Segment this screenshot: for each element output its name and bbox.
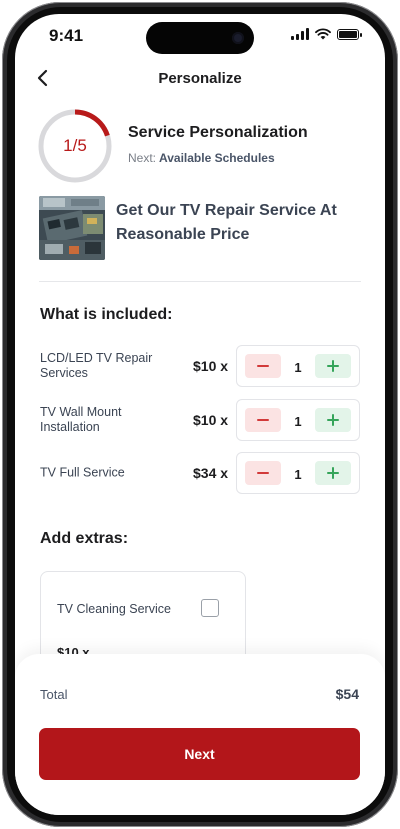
decrease-quantity-button[interactable] [245, 408, 281, 432]
decrease-quantity-button[interactable] [245, 354, 281, 378]
tv-repair-image [39, 196, 105, 260]
checkout-footer: Total $54 Next [15, 654, 385, 815]
increase-quantity-button[interactable] [315, 354, 351, 378]
status-time: 9:41 [49, 26, 84, 45]
quantity-value: 1 [294, 359, 302, 375]
extra-checkbox[interactable] [201, 599, 219, 617]
quantity-stepper: 1 [236, 345, 360, 387]
total-value: $54 [335, 686, 359, 702]
total-label: Total [40, 687, 68, 702]
next-step-value: Available Schedules [159, 151, 275, 165]
increase-quantity-button[interactable] [315, 408, 351, 432]
battery-icon [337, 28, 362, 40]
decrease-quantity-button[interactable] [245, 461, 281, 485]
section-divider [39, 281, 361, 282]
quantity-value: 1 [294, 466, 302, 482]
step-title: Service Personalization [128, 124, 308, 141]
dynamic-island [146, 22, 254, 54]
extras-section-title: Add extras: [40, 530, 129, 547]
included-section-title: What is included: [40, 306, 173, 323]
quantity-stepper: 1 [236, 452, 360, 494]
included-item-name: TV Full Service [40, 465, 125, 480]
progress-step-label: 1/5 [63, 136, 87, 155]
quantity-value: 1 [294, 413, 302, 429]
included-item-price: $10 x [193, 358, 229, 374]
next-step-label: Next: [128, 151, 157, 165]
camera-icon [232, 32, 244, 44]
circuit-board-image [39, 196, 105, 260]
increase-quantity-button[interactable] [315, 461, 351, 485]
quantity-stepper: 1 [236, 399, 360, 441]
included-item: TV Full Service $34 x 1 [40, 452, 360, 494]
included-item-name: LCD/LED TV Repair Services [40, 351, 153, 380]
next-step-info: Next: Available Schedules [128, 151, 275, 165]
included-item-price: $10 x [193, 412, 229, 428]
included-item: TV Wall Mount Installation $10 x 1 [40, 399, 360, 441]
cellular-signal-icon [291, 28, 309, 40]
included-item: LCD/LED TV Repair Services $10 x 1 [40, 345, 360, 387]
promo-title: Get Our TV Repair Service At Reasonable … [116, 202, 337, 243]
included-item-name: TV Wall Mount Installation [40, 405, 122, 434]
status-icons [291, 28, 362, 40]
extra-name: TV Cleaning Service [57, 602, 171, 616]
next-button[interactable]: Next [39, 728, 360, 780]
wifi-icon [315, 28, 331, 40]
page-title: Personalize [158, 70, 242, 87]
included-item-price: $34 x [193, 465, 229, 481]
app-screen: 9:41 Personalize 1/5 Service Personaliza… [15, 14, 385, 815]
